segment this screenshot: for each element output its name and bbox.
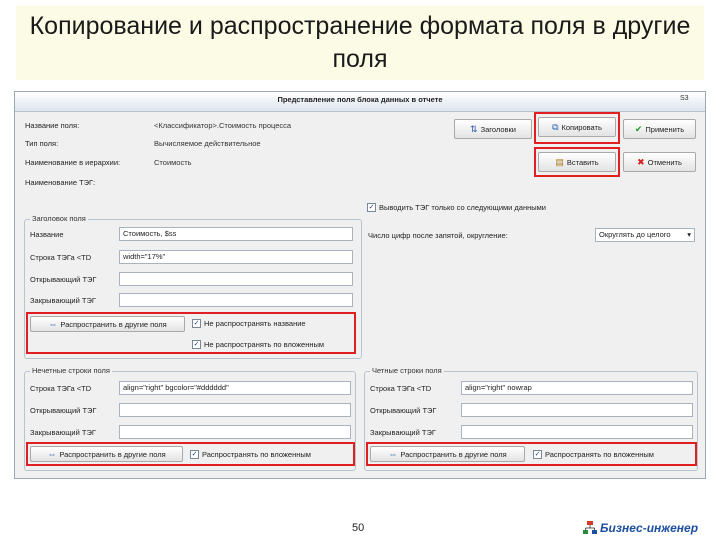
hierarchy-name-value: Стоимость — [154, 158, 192, 167]
even-close-label: Закрывающий ТЭГ — [370, 428, 436, 437]
even-open-label: Открывающий ТЭГ — [370, 406, 437, 415]
no-spread-nested-label: Не распространять по вложенным — [204, 340, 325, 349]
even-close-input[interactable] — [461, 425, 693, 439]
even-open-input[interactable] — [461, 403, 693, 417]
odd-close-label: Закрывающий ТЭГ — [30, 428, 96, 437]
sort-icon: ⇅ — [470, 123, 478, 134]
header-close-input[interactable] — [119, 293, 353, 307]
paste-icon: ▤ — [555, 156, 564, 167]
no-spread-nested-checkbox[interactable]: ✓ — [192, 340, 201, 349]
field-name-value: <Классификатор>.Стоимость процесса — [154, 121, 292, 130]
odd-spread-nested-checkbox[interactable]: ✓ — [190, 450, 199, 459]
even-tag-input[interactable]: align="right" nowrap — [461, 381, 693, 395]
no-spread-name-checkbox[interactable]: ✓ — [192, 319, 201, 328]
logo-icon — [583, 521, 597, 535]
odd-spread-nested-label: Распространять по вложенным — [202, 450, 311, 459]
output-tag-checkbox[interactable]: ✓ — [367, 203, 376, 212]
page-number: 50 — [352, 522, 365, 534]
even-tag-label: Строка ТЭГа <TD — [370, 384, 432, 393]
output-tag-label: Выводить ТЭГ только со следующими данным… — [379, 203, 546, 212]
decimal-format-label: Число цифр после запятой, округление: — [368, 231, 508, 240]
header-close-label: Закрывающий ТЭГ — [30, 296, 96, 305]
header-name-label: Название — [30, 230, 64, 239]
field-type-value: Вычисляемое действительное — [154, 139, 261, 148]
logo-text: Бизнес-инженер — [600, 521, 699, 535]
odd-rows-title: Нечетные строки поля — [30, 366, 112, 375]
header-open-input[interactable] — [119, 272, 353, 286]
even-spread-nested-label: Распространять по вложенным — [545, 450, 654, 459]
odd-open-label: Открывающий ТЭГ — [30, 406, 97, 415]
paste-button[interactable]: ▤ Вставить — [538, 152, 616, 172]
apply-button[interactable]: ✔ Применить — [623, 119, 696, 139]
even-spread-button[interactable]: ⇔ Распространить в другие поля — [370, 446, 525, 462]
copy-icon: ⧉ — [552, 121, 559, 132]
odd-open-input[interactable] — [119, 403, 351, 417]
tag-name-label: Наименование ТЭГ: — [25, 178, 96, 187]
header-name-input[interactable]: Стоимость, $ss — [119, 227, 353, 241]
even-rows-title: Четные строки поля — [370, 366, 444, 375]
slide-title: Копирование и распространение формата по… — [29, 12, 691, 73]
dialog-code: S3 — [680, 95, 689, 102]
header-spread-button[interactable]: ⇔ Распространить в другие поля — [30, 316, 185, 332]
copy-button[interactable]: ⧉ Копировать — [538, 117, 616, 137]
field-type-label: Тип поля: — [25, 139, 59, 148]
check-icon: ✔ — [634, 123, 643, 134]
cancel-icon: ✖ — [637, 156, 645, 167]
odd-spread-button[interactable]: ⇔ Распространить в другие поля — [30, 446, 183, 462]
odd-tag-input[interactable]: align="right" bgcolor="#dddddd" — [119, 381, 351, 395]
chevron-down-icon: ▾ — [687, 230, 691, 239]
spread-arrow-icon: ⇔ — [48, 318, 58, 329]
header-tag-input[interactable]: width="17%" — [119, 250, 353, 264]
hierarchy-name-label: Наименование в иерархии: — [25, 158, 121, 167]
header-tag-label: Строка ТЭГа <TD — [30, 253, 92, 262]
dialog-title: Представление поля блока данных в отчете — [277, 95, 443, 104]
cancel-button[interactable]: ✖ Отменить — [623, 152, 696, 172]
odd-close-input[interactable] — [119, 425, 351, 439]
decimal-format-select[interactable]: Округлять до целого ▾ — [595, 228, 695, 242]
no-spread-name-label: Не распространять название — [204, 319, 306, 328]
even-spread-nested-checkbox[interactable]: ✓ — [533, 450, 542, 459]
odd-tag-label: Строка ТЭГа <TD — [30, 384, 92, 393]
spread-arrow-icon: ⇔ — [47, 448, 57, 459]
header-open-label: Открывающий ТЭГ — [30, 275, 97, 284]
field-name-label: Название поля: — [25, 121, 80, 130]
spread-arrow-icon: ⇔ — [388, 448, 398, 459]
headers-button[interactable]: ⇅ Заголовки — [454, 119, 532, 139]
header-group-title: Заголовок поля — [30, 214, 88, 223]
